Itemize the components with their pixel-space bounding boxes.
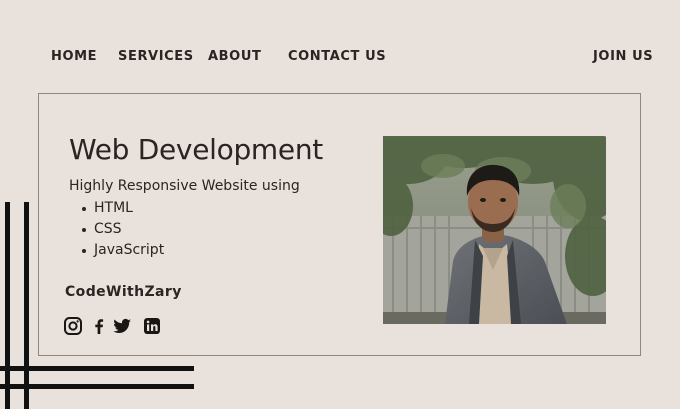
- brand-name: CodeWithZary: [65, 284, 182, 300]
- nav-home-link[interactable]: HOME: [51, 48, 97, 66]
- nav-contact-link[interactable]: CONTACT US: [288, 48, 386, 66]
- top-navigation: HOME SERVICES ABOUT CONTACT US JOIN US: [0, 48, 680, 66]
- page-title: Web Development: [69, 133, 323, 166]
- decor-horizontal-line-1: [0, 366, 194, 371]
- twitter-icon[interactable]: [112, 316, 132, 336]
- facebook-icon[interactable]: [89, 316, 109, 336]
- decor-vertical-line-2: [24, 202, 29, 409]
- nav-join-link[interactable]: JOIN US: [593, 48, 653, 66]
- nav-services-link[interactable]: SERVICES: [118, 48, 194, 66]
- decor-horizontal-line-2: [0, 384, 194, 389]
- technology-item-javascript: JavaScript: [80, 240, 164, 261]
- nav-about-link[interactable]: ABOUT: [208, 48, 261, 66]
- technology-item-css: CSS: [80, 219, 164, 240]
- technology-item-html: HTML: [80, 198, 164, 219]
- linkedin-icon[interactable]: [142, 316, 162, 336]
- hero-subtitle: Highly Responsive Website using: [69, 178, 300, 194]
- decor-vertical-line-1: [5, 202, 10, 409]
- instagram-icon[interactable]: [63, 316, 83, 336]
- profile-photo: [383, 136, 606, 324]
- technology-list: HTML CSS JavaScript: [80, 198, 164, 261]
